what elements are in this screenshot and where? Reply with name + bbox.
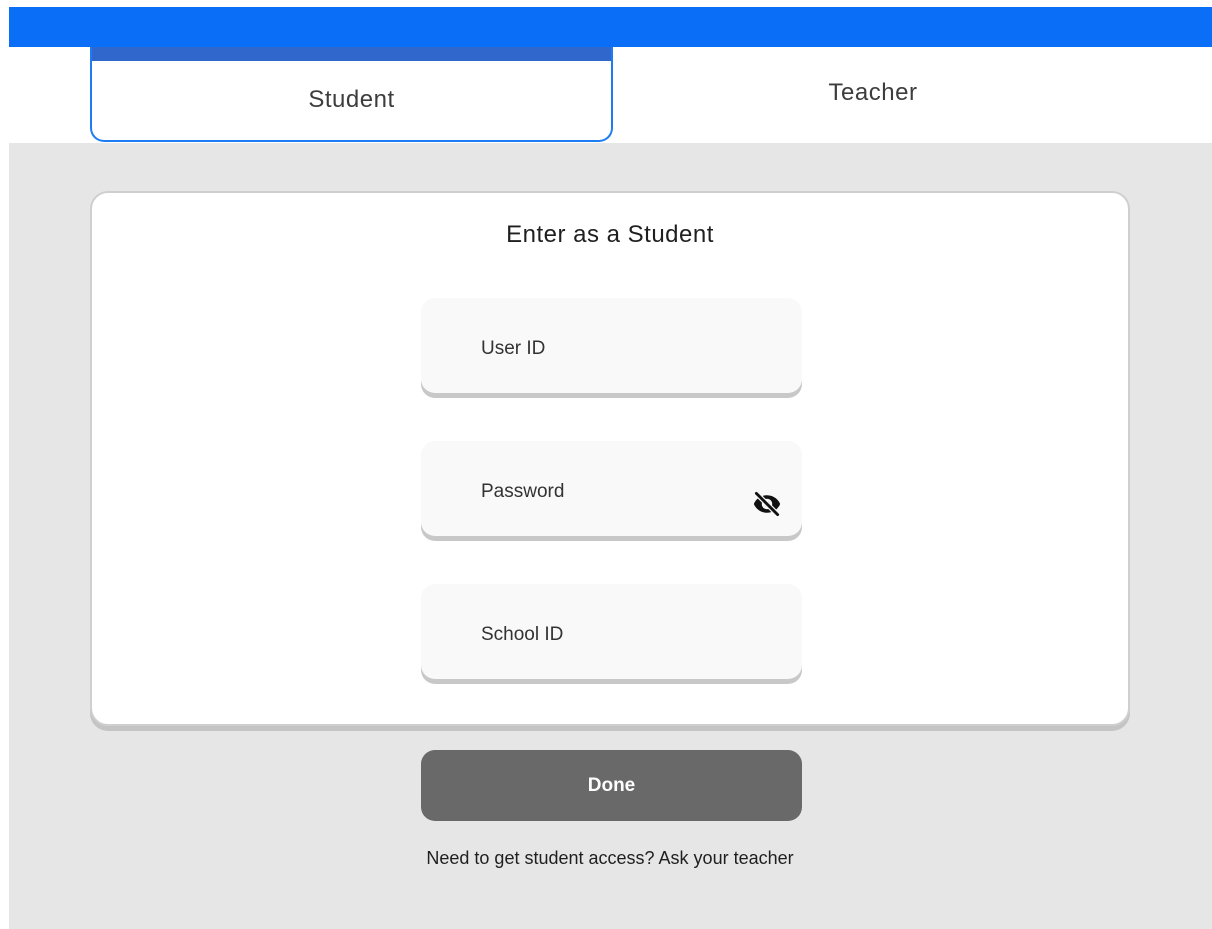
tab-student[interactable]: Student	[90, 47, 613, 142]
user-id-field[interactable]: User ID	[421, 298, 802, 393]
school-id-placeholder: School ID	[481, 624, 564, 645]
tab-teacher[interactable]: Teacher	[613, 45, 1133, 140]
school-id-field[interactable]: School ID	[421, 584, 802, 679]
password-placeholder: Password	[481, 481, 565, 502]
password-field[interactable]: Password	[421, 441, 802, 536]
student-access-help: Need to get student access? Ask your tea…	[426, 848, 794, 868]
eye-off-icon[interactable]	[752, 489, 782, 519]
content-area: Enter as a Student User ID Password Scho…	[9, 143, 1212, 929]
active-tab-indicator	[92, 47, 611, 61]
done-button[interactable]: Done	[421, 750, 802, 821]
user-id-placeholder: User ID	[481, 338, 546, 359]
student-login-card: Enter as a Student User ID Password Scho…	[90, 191, 1130, 868]
tab-teacher-label: Teacher	[828, 78, 918, 106]
login-page: Student Teacher Enter as a Student User …	[0, 0, 1212, 929]
role-tabs: Student Teacher	[9, 47, 1212, 143]
card-title: Enter as a Student	[506, 221, 714, 248]
tab-student-label: Student	[308, 85, 395, 113]
top-bar	[9, 7, 1212, 47]
